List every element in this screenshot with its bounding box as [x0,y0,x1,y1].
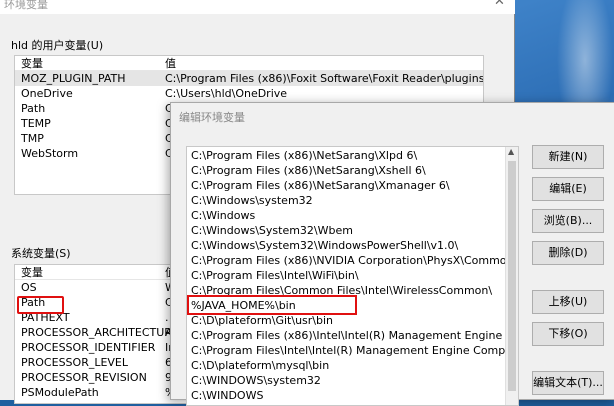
edit-button[interactable]: 编辑(E) [532,177,604,201]
list-item[interactable]: C:\Program Files\Intel\WiFi\bin\ [187,268,507,283]
vertical-scrollbar[interactable]: ▲ [505,147,518,405]
java-home-highlight [187,295,357,315]
close-icon[interactable]: ✕ [494,0,505,9]
var-name: TMP [21,132,44,145]
list-item[interactable]: C:\Program Files (x86)\NVIDIA Corporatio… [187,253,507,268]
list-item[interactable]: C:\Windows\system32 [187,193,507,208]
column-header-name[interactable]: 变量 [21,56,43,71]
env-window-title: 环境变量 [4,0,48,11]
var-name: PROCESSOR_REVISION [21,371,147,384]
var-name: TEMP [21,117,51,130]
list-item[interactable]: C:\Program Files\Intel\Intel(R) Manageme… [187,343,507,358]
edit-text-button[interactable]: 编辑文本(T)... [532,371,604,395]
env-window-titlebar: 环境变量 ✕ [0,0,515,14]
var-name: WebStorm [21,147,79,160]
var-name: PROCESSOR_ARCHITECTURE [21,326,179,339]
var-value: . [165,311,169,324]
table-row[interactable]: OneDrive C:\Users\hld\OneDrive [15,86,483,101]
var-name: PROCESSOR_LEVEL [21,356,129,369]
edit-environment-variable-dialog: 编辑环境变量 C:\Program Files (x86)\NetSarang\… [170,102,614,406]
move-up-button[interactable]: 上移(U) [532,290,604,314]
scroll-up-arrow-icon[interactable]: ▲ [508,147,514,156]
list-item[interactable]: C:\Program Files (x86)\NetSarang\Xshell … [187,163,507,178]
list-item[interactable]: C:\Program Files (x86)\Intel\Intel(R) Ma… [187,328,507,343]
path-variable-highlight [17,296,64,314]
system-variables-label: 系统变量(S) [11,247,71,260]
var-name: PSModulePath [21,386,99,399]
list-item[interactable]: C:\Windows\System32\WindowsPowerShell\v1… [187,238,507,253]
move-down-button[interactable]: 下移(O) [532,322,604,346]
browse-button[interactable]: 浏览(B)... [532,209,604,233]
path-entries-list[interactable]: C:\Program Files (x86)\NetSarang\Xlpd 6\… [186,146,519,406]
var-value: C:\Users\hld\OneDrive [165,87,288,100]
scrollbar-thumb[interactable] [508,161,516,391]
list-item[interactable]: C:\Program Files (x86)\NetSarang\Xlpd 6\ [187,148,507,163]
list-item[interactable]: C:\D\plateform\mysql\bin [187,358,507,373]
var-value: C:\Program Files (x86)\Foxit Software\Fo… [165,72,484,85]
var-name: OS [21,281,37,294]
var-name: Path [21,102,46,115]
table-row[interactable]: MOZ_PLUGIN_PATH C:\Program Files (x86)\Fo… [15,71,483,86]
user-variables-label: hld 的用户变量(U) [11,39,104,52]
var-name: PROCESSOR_IDENTIFIER [21,341,156,354]
list-item[interactable]: C:\WINDOWS [187,388,507,403]
dialog-title: 编辑环境变量 [179,111,245,124]
list-item[interactable]: C:\Windows [187,208,507,223]
list-item[interactable]: C:\Windows\System32\Wbem [187,223,507,238]
delete-button[interactable]: 删除(D) [532,241,604,265]
column-header-name[interactable]: 变量 [21,265,43,280]
list-item[interactable]: C:\Program Files (x86)\NetSarang\Xmanage… [187,178,507,193]
var-name: MOZ_PLUGIN_PATH [21,72,126,85]
var-name: OneDrive [21,87,73,100]
user-variables-header: 变量 值 [15,56,483,71]
list-item[interactable]: C:\D\plateform\Git\usr\bin [187,313,507,328]
column-header-value[interactable]: 值 [165,56,176,71]
list-item[interactable]: C:\WINDOWS\system32 [187,373,507,388]
new-button[interactable]: 新建(N) [532,145,604,169]
